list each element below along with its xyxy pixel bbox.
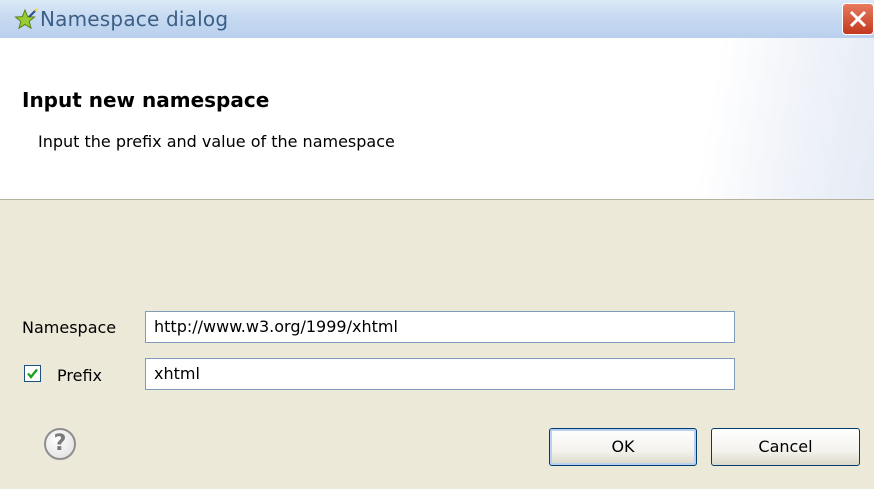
banner-description: Input the prefix and value of the namesp… <box>38 132 395 151</box>
header-banner: Input new namespace Input the prefix and… <box>0 38 874 200</box>
namespace-input[interactable]: http://www.w3.org/1999/xhtml <box>145 311 735 343</box>
window-title: Namespace dialog <box>40 7 229 31</box>
banner-title: Input new namespace <box>22 88 270 112</box>
help-icon[interactable]: ? <box>44 428 76 460</box>
ok-button[interactable]: OK <box>549 428 697 466</box>
title-bar[interactable]: Namespace dialog <box>0 0 874 39</box>
cancel-button[interactable]: Cancel <box>711 428 860 466</box>
namespace-label: Namespace <box>22 318 117 337</box>
prefix-input[interactable]: xhtml <box>145 358 735 390</box>
prefix-label: Prefix <box>57 366 102 385</box>
close-button[interactable] <box>842 3 874 35</box>
wizard-star-icon <box>14 8 38 32</box>
namespace-dialog: Namespace dialog Input new namespace Inp… <box>0 0 874 489</box>
prefix-checkbox[interactable] <box>24 365 41 382</box>
